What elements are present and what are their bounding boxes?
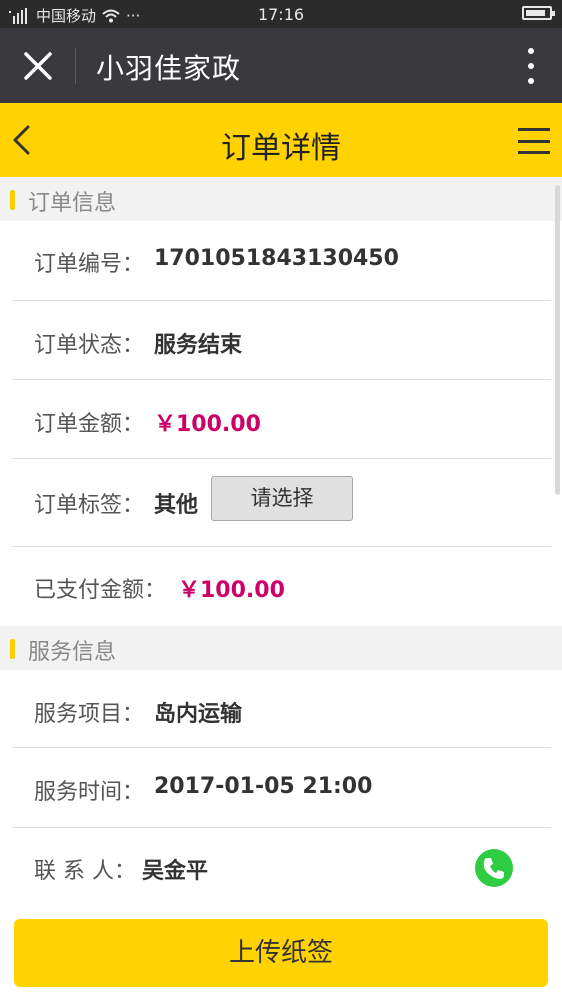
wechat-title-bar: 小羽佳家政: [0, 28, 562, 103]
paid-amount-value: ￥100.00: [178, 578, 285, 603]
order-amount-label: 订单金额：: [34, 412, 145, 437]
footer: 上传纸签: [0, 907, 562, 1000]
page-title: 订单详情: [221, 131, 341, 166]
battery-icon: [522, 6, 555, 20]
section-marker: [10, 190, 15, 210]
service-info-section-header: 服务信息: [0, 626, 562, 670]
paid-amount-label: 已支付金额：: [34, 578, 167, 603]
contact-label: 联 系 人：: [34, 859, 136, 884]
upload-paper-sign-button[interactable]: 上传纸签: [14, 919, 548, 987]
order-tag-value: 其他: [154, 493, 199, 518]
service-time-row: 服务时间： 2017-01-05 21:00: [12, 748, 551, 828]
service-item-row: 服务项目： 岛内运输: [12, 670, 551, 748]
status-bar: 中国移动 ··· 17:16: [0, 0, 562, 28]
order-number-row: 订单编号： 1701051843130450: [12, 221, 551, 301]
service-item-label: 服务项目：: [34, 702, 145, 727]
contact-row: 联 系 人： 吴金平: [12, 828, 551, 907]
scrollbar[interactable]: [555, 185, 560, 495]
order-info-title: 订单信息: [28, 191, 117, 216]
status-time: 17:16: [257, 5, 305, 24]
order-status-value: 服务结束: [154, 333, 243, 358]
more-icon[interactable]: [526, 48, 536, 84]
order-tag-label: 订单标签：: [34, 493, 145, 518]
phone-icon: [483, 858, 504, 879]
service-info-title: 服务信息: [28, 640, 117, 665]
menu-icon[interactable]: [518, 128, 550, 154]
tag-select-button[interactable]: 请选择: [211, 476, 353, 521]
call-button[interactable]: [475, 849, 513, 887]
contact-value: 吴金平: [142, 859, 209, 884]
order-tag-row: 订单标签： 其他 请选择: [12, 459, 551, 547]
order-amount-row: 订单金额： ￥100.00: [12, 380, 551, 459]
order-status-row: 订单状态： 服务结束: [12, 301, 551, 380]
section-marker: [10, 639, 15, 659]
service-item-value: 岛内运输: [154, 702, 243, 727]
order-status-label: 订单状态：: [34, 333, 145, 358]
service-time-value: 2017-01-05 21:00: [154, 774, 373, 799]
title-divider: [75, 48, 76, 84]
order-info-section-header: 订单信息: [0, 177, 562, 221]
order-amount-value: ￥100.00: [154, 412, 261, 437]
order-number-label: 订单编号：: [34, 252, 145, 277]
service-time-label: 服务时间：: [34, 780, 145, 805]
order-number-value: 1701051843130450: [154, 246, 399, 271]
close-icon[interactable]: [20, 48, 56, 84]
page-header: 订单详情: [0, 103, 562, 177]
app-title: 小羽佳家政: [96, 52, 242, 85]
paid-amount-row: 已支付金额： ￥100.00: [12, 547, 551, 627]
